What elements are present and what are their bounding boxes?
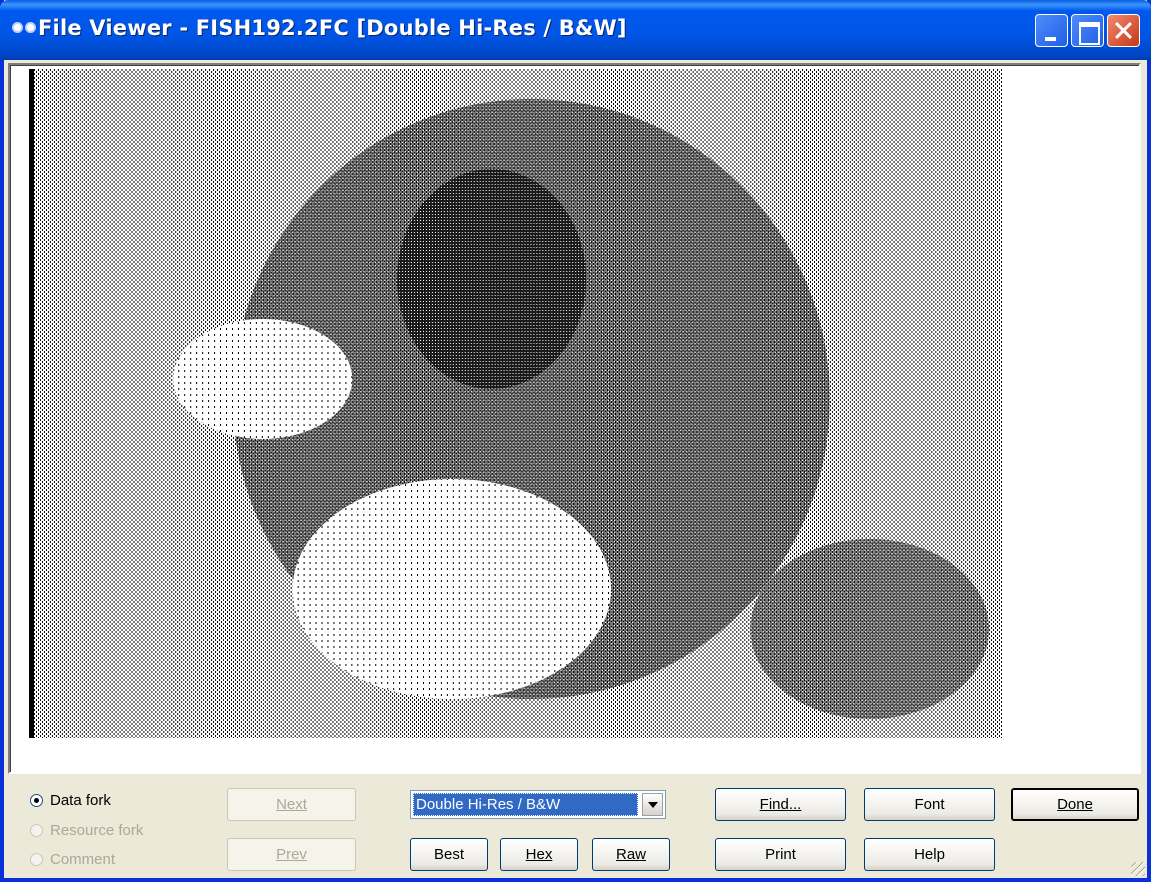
next-label: Next bbox=[276, 796, 307, 813]
minimize-button[interactable] bbox=[1035, 14, 1068, 47]
find-label: Find... bbox=[759, 796, 802, 813]
hex-label: Hex bbox=[525, 846, 553, 863]
hex-button[interactable]: Hex bbox=[500, 838, 578, 871]
picture-render bbox=[34, 69, 1003, 738]
best-label: Best bbox=[433, 846, 464, 863]
comment-radio: Comment bbox=[30, 851, 115, 868]
format-select[interactable]: Double Hi-Res / B&W bbox=[410, 790, 666, 819]
maximize-button[interactable] bbox=[1071, 14, 1104, 47]
raw-button[interactable]: Raw bbox=[592, 838, 670, 871]
font-button[interactable]: Font bbox=[864, 788, 995, 821]
image-viewer-pane[interactable] bbox=[8, 63, 1141, 774]
print-button[interactable]: Print bbox=[715, 838, 846, 871]
chevron-down-icon[interactable] bbox=[642, 793, 663, 816]
prev-label: Prev bbox=[276, 846, 307, 863]
data-fork-radio[interactable]: Data fork bbox=[30, 792, 111, 809]
best-button[interactable]: Best bbox=[410, 838, 488, 871]
next-button: Next bbox=[227, 788, 356, 821]
prev-button: Prev bbox=[227, 838, 356, 871]
resize-grip-icon[interactable] bbox=[1131, 862, 1145, 876]
close-button[interactable] bbox=[1107, 14, 1140, 47]
help-label: Help bbox=[914, 846, 945, 863]
find-button[interactable]: Find... bbox=[715, 788, 846, 821]
resource-fork-radio: Resource fork bbox=[30, 822, 143, 839]
raw-label: Raw bbox=[615, 846, 646, 863]
help-button[interactable]: Help bbox=[864, 838, 995, 871]
format-select-value: Double Hi-Res / B&W bbox=[413, 793, 638, 816]
print-label: Print bbox=[765, 846, 796, 863]
done-button[interactable]: Done bbox=[1011, 788, 1139, 821]
comment-label: Comment bbox=[50, 851, 116, 868]
title-bar[interactable]: File Viewer - FISH192.2FC [Double Hi-Res… bbox=[0, 0, 1151, 60]
close-icon bbox=[1108, 15, 1139, 46]
radio-indicator bbox=[30, 824, 43, 837]
done-label: Done bbox=[1057, 796, 1093, 813]
radio-checked-indicator bbox=[30, 794, 43, 807]
resource-fork-label: Resource fork bbox=[50, 822, 144, 839]
window-title: File Viewer - FISH192.2FC [Double Hi-Res… bbox=[38, 16, 627, 40]
data-fork-label: Data fork bbox=[50, 792, 111, 809]
font-label: Font bbox=[914, 796, 945, 813]
dithered-picture bbox=[29, 69, 1003, 738]
radio-indicator bbox=[30, 853, 43, 866]
app-icon bbox=[12, 22, 38, 36]
